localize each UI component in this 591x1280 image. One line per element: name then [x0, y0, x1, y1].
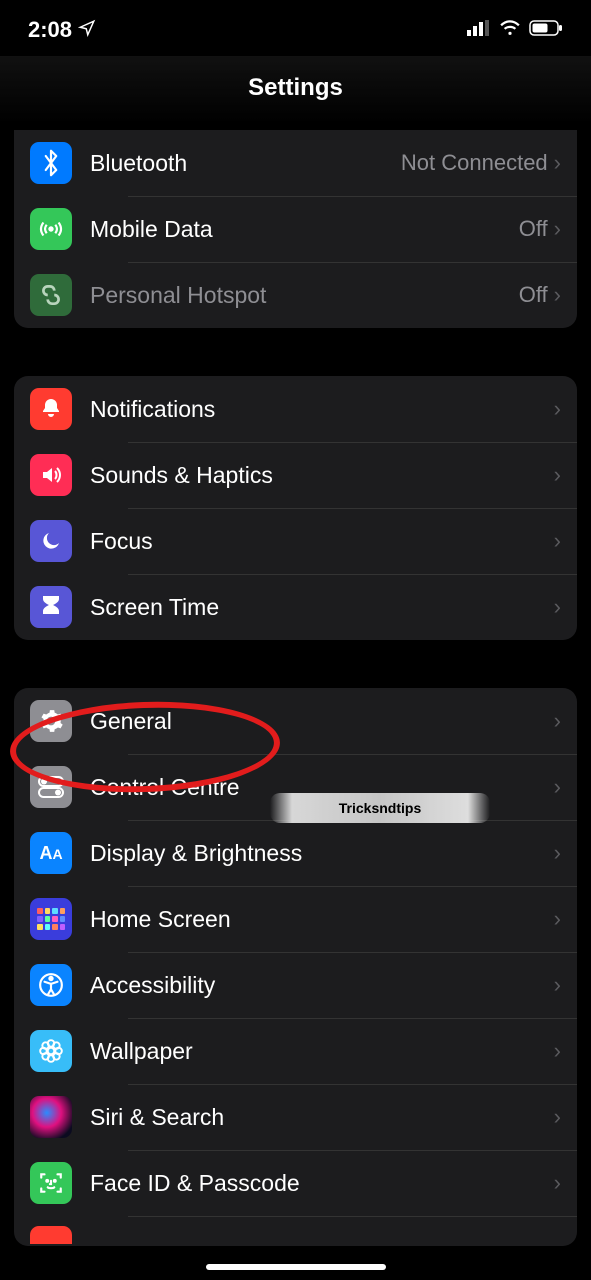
sos-icon	[30, 1226, 72, 1244]
row-value: Off	[519, 282, 548, 308]
bell-icon	[30, 388, 72, 430]
chevron-right-icon: ›	[554, 708, 561, 734]
chevron-right-icon: ›	[554, 1170, 561, 1196]
status-left: 2:08	[28, 17, 96, 43]
row-wallpaper[interactable]: Wallpaper ›	[14, 1018, 577, 1084]
chevron-right-icon: ›	[554, 396, 561, 422]
row-label: Siri & Search	[90, 1104, 554, 1131]
chevron-right-icon: ›	[554, 150, 561, 176]
battery-icon	[529, 20, 563, 41]
link-icon	[30, 274, 72, 316]
row-value: Not Connected	[401, 150, 548, 176]
cellular-signal-icon	[467, 20, 491, 41]
row-label: Notifications	[90, 396, 554, 423]
chevron-right-icon: ›	[554, 1038, 561, 1064]
accessibility-icon	[30, 964, 72, 1006]
home-indicator	[206, 1264, 386, 1270]
face-id-icon	[30, 1162, 72, 1204]
chevron-right-icon: ›	[554, 462, 561, 488]
row-sounds-haptics[interactable]: Sounds & Haptics ›	[14, 442, 577, 508]
row-screen-time[interactable]: Screen Time ›	[14, 574, 577, 640]
row-label: Home Screen	[90, 906, 554, 933]
row-value: Off	[519, 216, 548, 242]
status-right	[467, 20, 563, 41]
chevron-right-icon: ›	[554, 906, 561, 932]
status-time: 2:08	[28, 17, 72, 43]
row-label: Accessibility	[90, 972, 554, 999]
chevron-right-icon: ›	[554, 972, 561, 998]
row-siri-search[interactable]: Siri & Search ›	[14, 1084, 577, 1150]
row-home-screen[interactable]: Home Screen ›	[14, 886, 577, 952]
row-personal-hotspot[interactable]: Personal Hotspot Off ›	[14, 262, 577, 328]
chevron-right-icon: ›	[554, 1104, 561, 1130]
row-label: Screen Time	[90, 594, 554, 621]
page-title: Settings	[0, 56, 591, 124]
switches-icon	[30, 766, 72, 808]
hourglass-icon	[30, 586, 72, 628]
wifi-icon	[499, 20, 521, 41]
row-control-centre[interactable]: Control Centre ›	[14, 754, 577, 820]
row-label: Control Centre	[90, 774, 554, 801]
chevron-right-icon: ›	[554, 216, 561, 242]
moon-icon	[30, 520, 72, 562]
chevron-right-icon: ›	[554, 528, 561, 554]
row-label: General	[90, 708, 554, 735]
text-size-icon: AA	[30, 832, 72, 874]
row-bluetooth[interactable]: Bluetooth Not Connected ›	[14, 130, 577, 196]
row-emergency[interactable]	[14, 1216, 577, 1246]
speaker-icon	[30, 454, 72, 496]
row-mobile-data[interactable]: Mobile Data Off ›	[14, 196, 577, 262]
siri-icon	[30, 1096, 72, 1138]
row-general[interactable]: General ›	[14, 688, 577, 754]
row-label: Sounds & Haptics	[90, 462, 554, 489]
chevron-right-icon: ›	[554, 594, 561, 620]
chevron-right-icon: ›	[554, 282, 561, 308]
row-label: Mobile Data	[90, 216, 519, 243]
row-display-brightness[interactable]: AA Display & Brightness ›	[14, 820, 577, 886]
flower-icon	[30, 1030, 72, 1072]
gear-icon	[30, 700, 72, 742]
settings-group-notifications: Notifications › Sounds & Haptics › Focus…	[14, 376, 577, 640]
row-face-id-passcode[interactable]: Face ID & Passcode ›	[14, 1150, 577, 1216]
settings-group-connectivity: Bluetooth Not Connected › Mobile Data Of…	[14, 130, 577, 328]
row-accessibility[interactable]: Accessibility ›	[14, 952, 577, 1018]
row-notifications[interactable]: Notifications ›	[14, 376, 577, 442]
row-label: Personal Hotspot	[90, 282, 519, 309]
row-label: Bluetooth	[90, 150, 401, 177]
chevron-right-icon: ›	[554, 774, 561, 800]
status-bar: 2:08	[0, 0, 591, 56]
location-arrow-icon	[78, 17, 96, 43]
row-label: Wallpaper	[90, 1038, 554, 1065]
antenna-icon	[30, 208, 72, 250]
bluetooth-icon	[30, 142, 72, 184]
chevron-right-icon: ›	[554, 840, 561, 866]
row-label: Face ID & Passcode	[90, 1170, 554, 1197]
row-label: Focus	[90, 528, 554, 555]
row-label: Display & Brightness	[90, 840, 554, 867]
row-focus[interactable]: Focus ›	[14, 508, 577, 574]
app-grid-icon	[30, 898, 72, 940]
settings-group-system: General › Control Centre › AA Display & …	[14, 688, 577, 1246]
